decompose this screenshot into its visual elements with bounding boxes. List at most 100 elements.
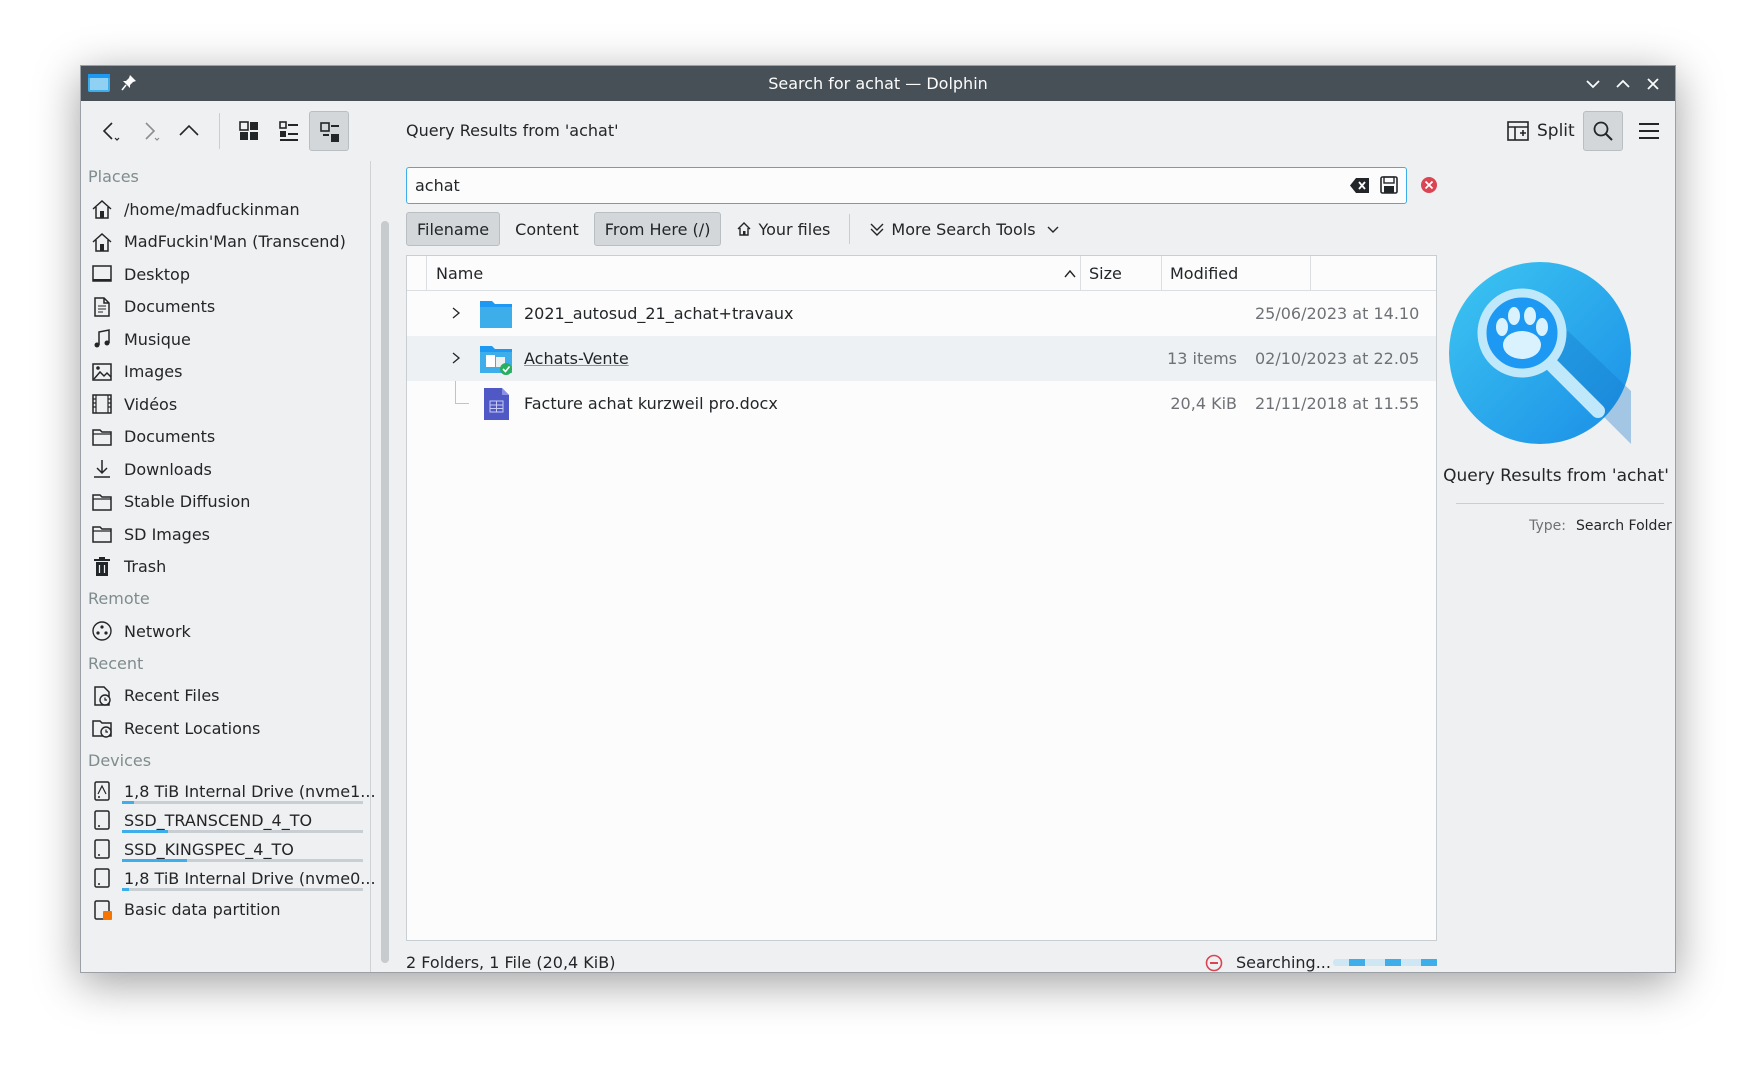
filter-your-files-button[interactable]: Your files xyxy=(725,212,841,246)
info-type-label: Type: xyxy=(1529,518,1566,534)
places-item-place-6[interactable]: Vidéos xyxy=(81,388,371,421)
progress-segment xyxy=(1385,959,1401,966)
search-toggle-button[interactable] xyxy=(1583,111,1623,151)
nvme-drive-icon xyxy=(94,781,110,801)
file-size: 13 items xyxy=(1167,349,1237,368)
hamburger-menu-button[interactable] xyxy=(1629,111,1669,151)
column-modified[interactable]: Modified xyxy=(1170,256,1238,291)
places-item-label: /home/madfuckinman xyxy=(124,199,300,219)
places-item-place-9[interactable]: Stable Diffusion xyxy=(81,486,371,519)
icons-view-icon xyxy=(239,121,258,140)
stop-search-icon[interactable] xyxy=(1205,954,1223,972)
file-row[interactable]: 2021_autosud_21_achat+travaux 25/06/2023… xyxy=(407,291,1436,336)
sort-ascending-icon[interactable] xyxy=(1063,268,1077,280)
main-toolbar: Query Results from 'achat' Split xyxy=(81,101,1675,161)
places-item-place-11[interactable]: Trash xyxy=(81,551,371,584)
file-name: Facture achat kurzweil pro.docx xyxy=(524,394,778,413)
places-item-place-7[interactable]: Documents xyxy=(81,421,371,454)
back-button[interactable] xyxy=(89,111,129,151)
trash-icon xyxy=(94,556,110,576)
up-arrow-icon xyxy=(179,124,199,136)
places-item-label: Recent Files xyxy=(124,686,220,706)
minimize-icon[interactable] xyxy=(1583,74,1603,94)
search-box[interactable] xyxy=(406,167,1407,204)
places-scrollbar-thumb[interactable] xyxy=(381,221,389,963)
details-view-icon xyxy=(320,122,339,142)
device-usage-bar xyxy=(122,887,363,891)
places-item-place-5[interactable]: Images xyxy=(81,356,371,389)
chevron-down-icon xyxy=(1047,226,1059,233)
device-item-2[interactable]: SSD_KINGSPEC_4_TO xyxy=(81,835,371,864)
document-icon xyxy=(94,297,110,317)
device-item-label: 1,8 TiB Internal Drive (nvme0... xyxy=(124,868,376,888)
save-search-icon[interactable] xyxy=(1380,176,1398,194)
places-item-place-0[interactable]: /home/madfuckinman xyxy=(81,193,371,226)
compact-view-button[interactable] xyxy=(269,111,309,151)
device-item-0[interactable]: 1,8 TiB Internal Drive (nvme1... xyxy=(81,777,376,806)
places-item-recent-1[interactable]: Recent Locations xyxy=(81,712,371,745)
recent-locations-icon xyxy=(92,720,112,738)
places-scrollbar[interactable] xyxy=(381,161,389,967)
forward-arrow-icon xyxy=(145,122,160,141)
main-area: Places /home/madfuckinman MadFuckin'Man (… xyxy=(81,161,1675,972)
section-places: Places xyxy=(88,167,139,186)
recent-files-icon xyxy=(94,686,111,706)
places-item-recent-0[interactable]: Recent Files xyxy=(81,680,371,713)
column-name[interactable]: Name xyxy=(436,256,483,291)
icons-view-button[interactable] xyxy=(229,111,269,151)
places-item-label: Stable Diffusion xyxy=(124,492,251,512)
device-item-1[interactable]: SSD_TRANSCEND_4_TO xyxy=(81,806,371,835)
places-item-place-4[interactable]: Musique xyxy=(81,323,371,356)
places-item-place-1[interactable]: MadFuckin'Man (Transcend) xyxy=(81,226,371,259)
split-label: Split xyxy=(1537,121,1575,141)
details-view-button[interactable] xyxy=(309,111,349,151)
places-item-place-3[interactable]: Documents xyxy=(81,291,371,324)
column-size[interactable]: Size xyxy=(1089,256,1122,291)
network-icon xyxy=(92,621,112,641)
hamburger-menu-icon xyxy=(1639,123,1659,139)
close-icon[interactable] xyxy=(1643,74,1663,94)
status-searching: Searching... xyxy=(1236,953,1331,972)
device-item-4[interactable]: Basic data partition xyxy=(81,893,371,927)
places-item-place-8[interactable]: Downloads xyxy=(81,453,371,486)
file-modified: 02/10/2023 at 22.05 xyxy=(1255,349,1420,368)
title-bar[interactable]: Search for achat — Dolphin xyxy=(81,66,1675,101)
places-item-label: Recent Locations xyxy=(124,718,261,738)
places-item-place-2[interactable]: Desktop xyxy=(81,258,371,291)
places-item-label: Vidéos xyxy=(124,394,178,414)
clear-text-icon[interactable] xyxy=(1350,177,1370,194)
file-view[interactable]: Name Size Modified 2021_autosud_21_achat… xyxy=(406,255,1437,941)
filter-content-button[interactable]: Content xyxy=(504,212,590,246)
device-item-3[interactable]: 1,8 TiB Internal Drive (nvme0... xyxy=(81,864,376,893)
device-usage-fill xyxy=(122,800,135,804)
device-usage-fill xyxy=(122,829,168,833)
split-button[interactable]: Split xyxy=(1501,113,1581,149)
forward-button[interactable] xyxy=(129,111,169,151)
folder-icon xyxy=(92,526,112,543)
device-usage-bar xyxy=(122,858,363,862)
music-icon xyxy=(94,329,110,348)
desktop-icon xyxy=(92,265,112,282)
device-usage-bar xyxy=(122,829,363,833)
device-item-label: SSD_KINGSPEC_4_TO xyxy=(124,839,294,859)
places-item-remote-0[interactable]: Network xyxy=(81,615,371,648)
file-row[interactable]: Facture achat kurzweil pro.docx 20,4 KiB… xyxy=(407,381,1436,426)
download-icon xyxy=(94,460,110,478)
more-search-tools-button[interactable]: More Search Tools xyxy=(858,212,1070,246)
status-bar: 2 Folders, 1 File (20,4 KiB) Searching..… xyxy=(406,944,1466,972)
maximize-icon[interactable] xyxy=(1613,74,1633,94)
folder-icon xyxy=(480,301,512,328)
image-icon xyxy=(92,363,112,381)
chevron-right-icon[interactable] xyxy=(450,350,462,366)
chevron-right-icon[interactable] xyxy=(450,305,462,321)
places-item-label: Trash xyxy=(124,557,167,577)
filter-filename-button[interactable]: Filename xyxy=(406,212,501,246)
more-search-tools-label: More Search Tools xyxy=(891,219,1036,239)
close-search-icon[interactable] xyxy=(1420,176,1438,194)
file-row[interactable]: Achats-Vente 13 items 02/10/2023 at 22.0… xyxy=(407,336,1436,381)
filter-from-here-button[interactable]: From Here (/) xyxy=(593,212,722,246)
search-input[interactable] xyxy=(415,172,1215,199)
places-item-place-10[interactable]: SD Images xyxy=(81,518,371,551)
panel-splitter[interactable] xyxy=(370,161,371,972)
up-button[interactable] xyxy=(169,111,209,151)
